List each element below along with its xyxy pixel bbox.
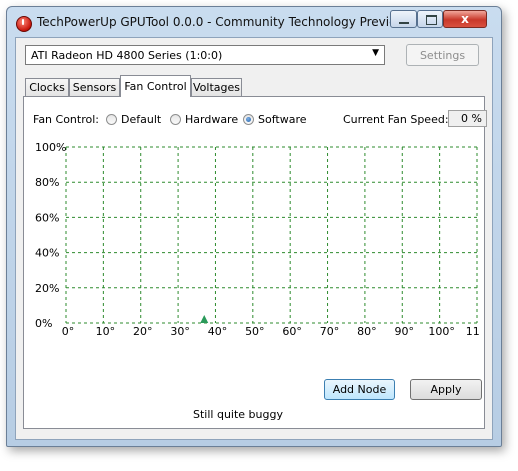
x-tick-label: 90° <box>395 325 415 338</box>
fan-control-panel: Fan Control: Default Hardware Software C… <box>23 96 487 429</box>
window-title: TechPowerUp GPUTool 0.0.0 - Community Te… <box>37 15 418 29</box>
settings-button[interactable]: Settings <box>406 44 479 66</box>
x-tick-label: 20° <box>133 325 153 338</box>
radio-default[interactable] <box>106 114 117 125</box>
radio-default-label[interactable]: Default <box>121 113 161 126</box>
maximize-button[interactable] <box>417 10 443 28</box>
chevron-down-icon: ▼ <box>372 48 379 58</box>
y-tick-label: 100% <box>35 143 66 154</box>
x-tick-label: 10° <box>96 325 116 338</box>
tab-fan-control[interactable]: Fan Control <box>120 75 191 97</box>
close-button[interactable]: x <box>443 10 487 28</box>
y-tick-label: 20% <box>35 282 59 295</box>
device-select[interactable]: ATI Radeon HD 4800 Series (1:0:0) ▼ <box>25 45 385 65</box>
x-tick-label: 30° <box>170 325 190 338</box>
minimize-button[interactable] <box>390 10 417 28</box>
minimize-icon <box>399 22 409 24</box>
fan-curve-chart[interactable]: 0° 10° 20° 30° 40° 50° 60° 70° 80° 90° 100° 110° 0% 2… <box>34 143 480 339</box>
x-tick-label: 80° <box>357 325 377 338</box>
status-text: Still quite buggy <box>193 408 283 421</box>
title-bar[interactable]: TechPowerUp GPUTool 0.0.0 - Community Te… <box>7 7 501 37</box>
apply-button[interactable]: Apply <box>410 379 482 400</box>
x-tick-label: 100° <box>428 325 455 338</box>
tab-voltages[interactable]: Voltages <box>191 78 242 96</box>
x-tick-label: 110° <box>466 325 480 338</box>
y-tick-label: 40% <box>35 247 59 260</box>
y-tick-label: 80% <box>35 176 59 189</box>
x-tick-label: 40° <box>208 325 228 338</box>
y-tick-label: 0% <box>35 317 52 330</box>
maximize-icon <box>426 15 437 25</box>
x-tick-label: 0° <box>62 325 75 338</box>
add-node-button[interactable]: Add Node <box>324 379 395 400</box>
device-select-value: ATI Radeon HD 4800 Series (1:0:0) <box>31 49 223 62</box>
x-tick-label: 50° <box>245 325 265 338</box>
fan-speed-label: Current Fan Speed: <box>343 113 449 126</box>
fan-speed-value: 0 % <box>448 110 487 127</box>
app-window: TechPowerUp GPUTool 0.0.0 - Community Te… <box>6 6 502 447</box>
tab-clocks[interactable]: Clocks <box>25 78 69 96</box>
close-icon: x <box>461 12 469 26</box>
x-tick-label: 60° <box>282 325 302 338</box>
client-area: ATI Radeon HD 4800 Series (1:0:0) ▼ Sett… <box>15 37 493 440</box>
power-icon <box>16 16 32 32</box>
radio-hardware[interactable] <box>170 114 181 125</box>
x-tick-label: 70° <box>320 325 340 338</box>
radio-hardware-label[interactable]: Hardware <box>185 113 238 126</box>
y-tick-label: 60% <box>35 211 59 224</box>
radio-software-label[interactable]: Software <box>258 113 307 126</box>
fan-control-label: Fan Control: <box>33 113 99 126</box>
tab-sensors[interactable]: Sensors <box>69 78 120 96</box>
radio-software[interactable] <box>243 114 254 125</box>
current-temperature-marker <box>200 315 209 323</box>
